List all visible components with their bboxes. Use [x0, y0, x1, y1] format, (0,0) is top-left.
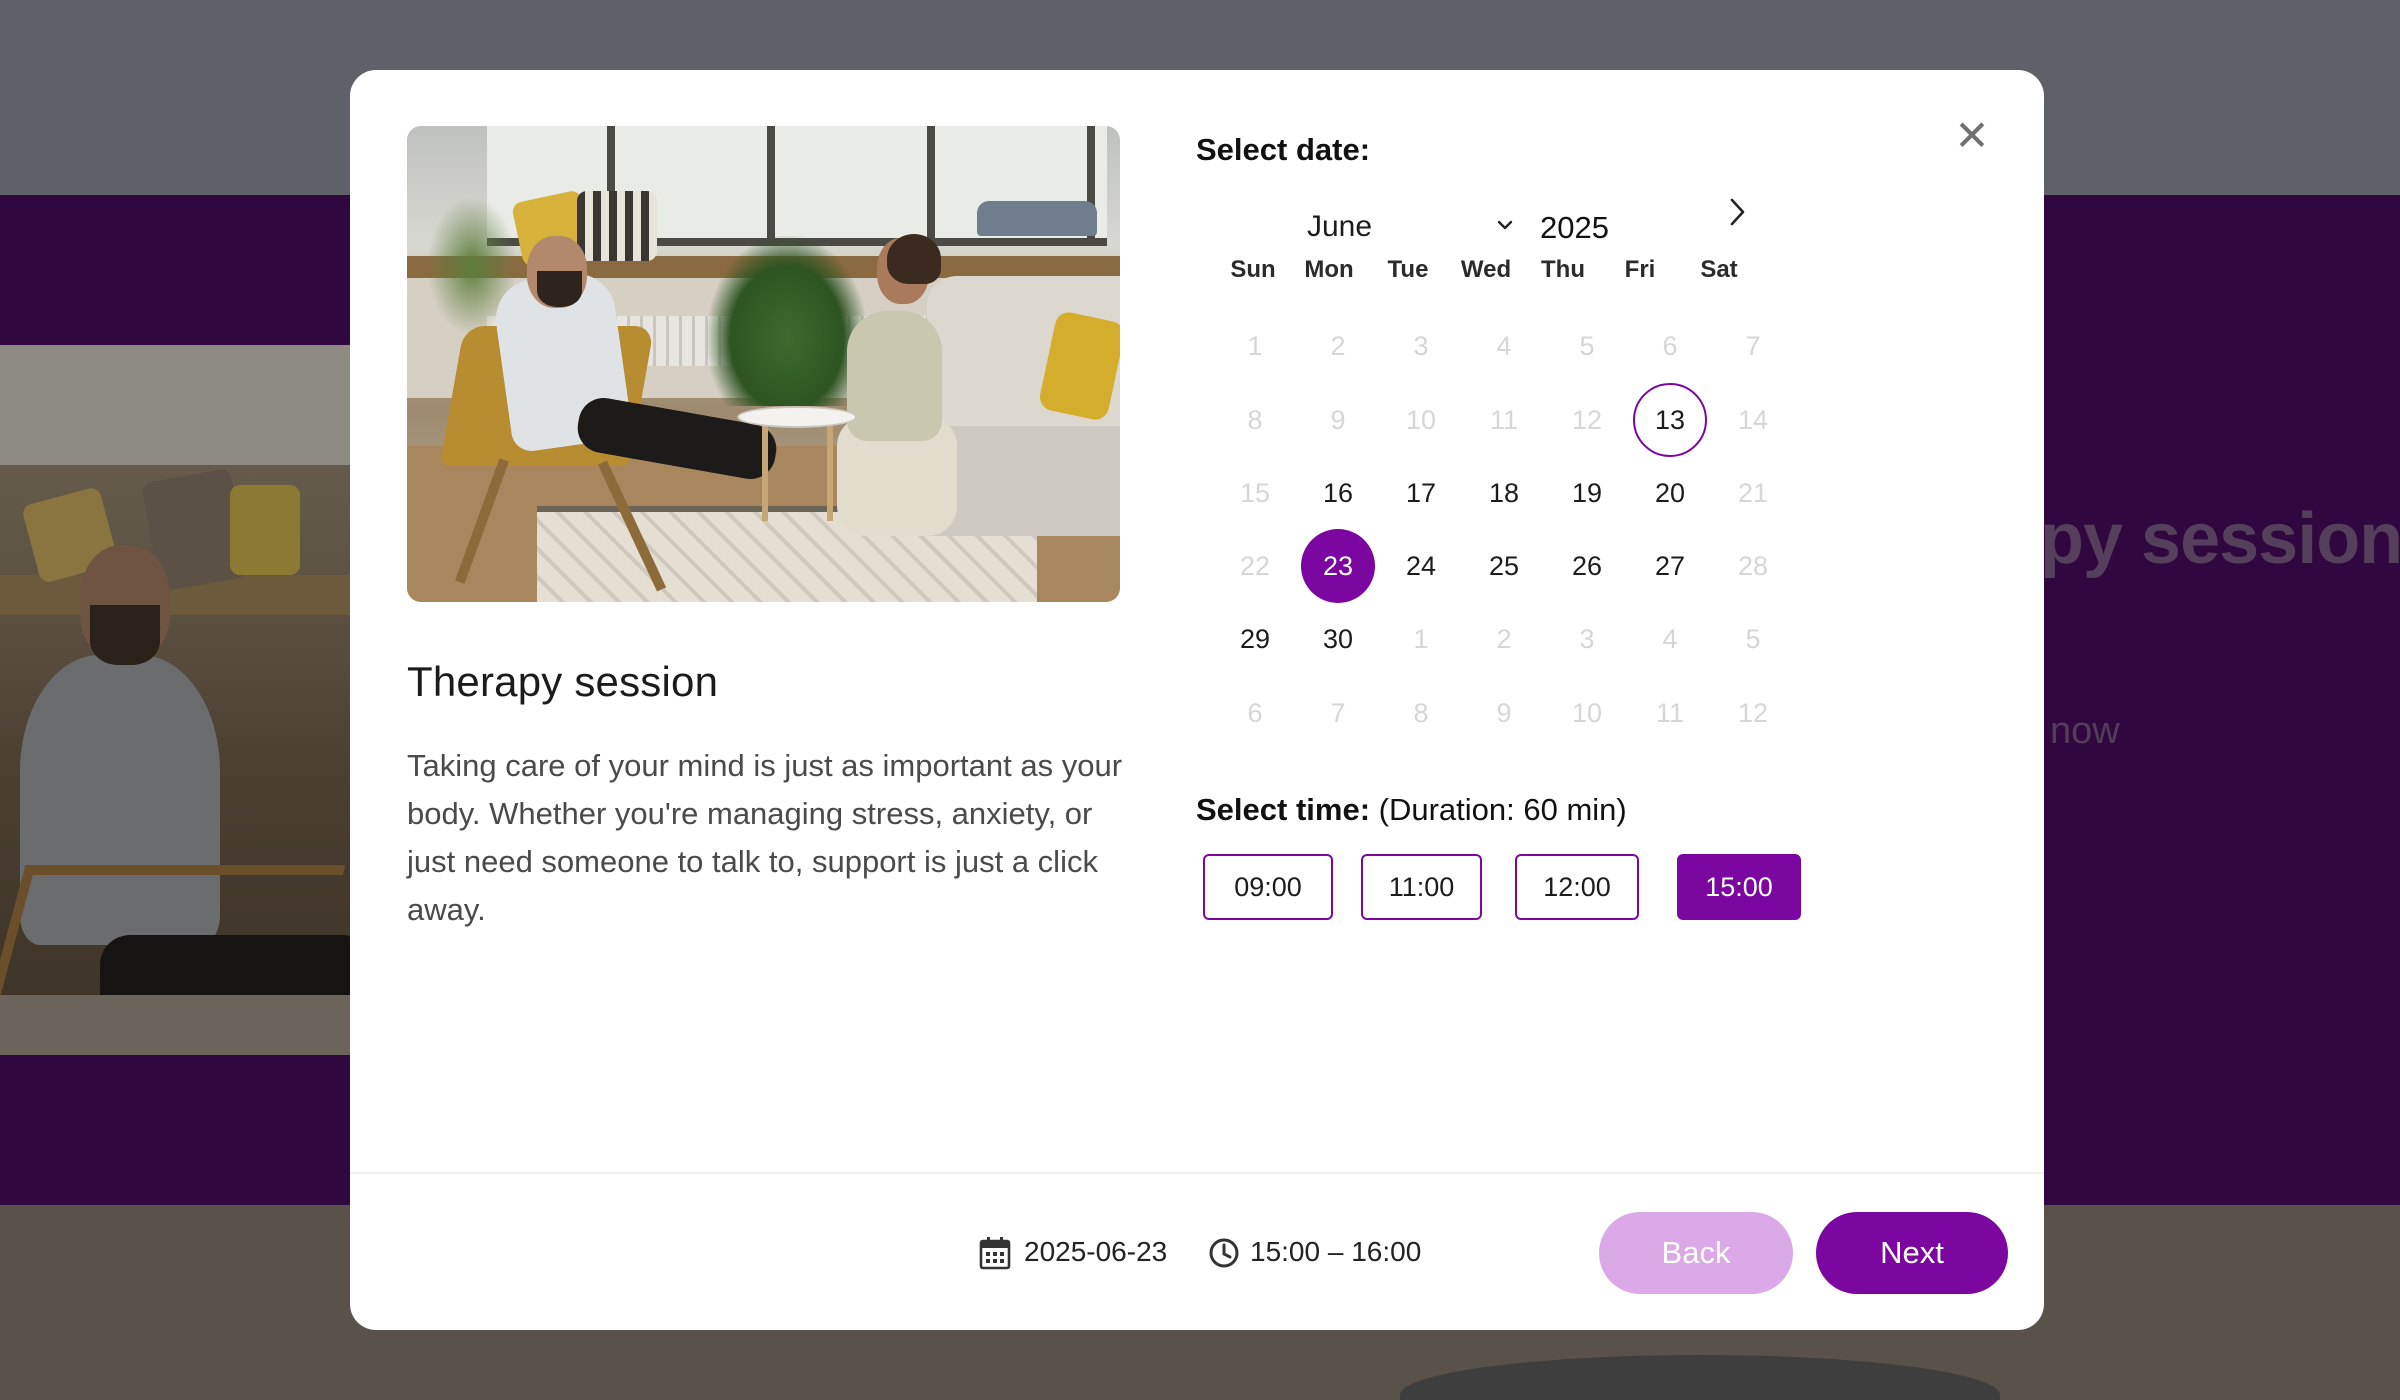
calendar-day[interactable]: 16	[1301, 456, 1375, 530]
weekday-tue: Tue	[1387, 256, 1429, 283]
calendar-day-disabled: 9	[1496, 698, 1512, 728]
footer-divider	[350, 1172, 2044, 1174]
calendar-day-disabled: 3	[1579, 624, 1595, 654]
service-description: Taking care of your mind is just as impo…	[407, 748, 1123, 927]
calendar-day-disabled: 22	[1239, 551, 1271, 581]
select-time-title: Select time:	[1196, 792, 1371, 827]
calendar-day-disabled: 11	[1655, 698, 1685, 728]
calendar-day-disabled: 4	[1496, 331, 1512, 361]
time-slot-button[interactable]: 15:00	[1677, 854, 1801, 920]
calendar-day-disabled: 6	[1247, 698, 1263, 728]
calendar-day-disabled: 3	[1413, 331, 1429, 361]
calendar-day-disabled: 2	[1496, 624, 1512, 654]
calendar-day-disabled: 5	[1579, 331, 1595, 361]
weekday-thu: Thu	[1541, 256, 1585, 283]
summary-time: 15:00 – 16:00	[1250, 1236, 1422, 1267]
calendar-day[interactable]: 25	[1467, 529, 1541, 603]
service-photo	[407, 126, 1120, 602]
calendar-day-disabled: 8	[1413, 698, 1429, 728]
select-date-label: Select date:	[1196, 132, 1371, 167]
year-select[interactable]: 2025	[1540, 210, 1609, 246]
calendar-day-disabled: 15	[1239, 478, 1271, 508]
weekday-mon: Mon	[1304, 256, 1354, 283]
calendar-day-disabled: 2	[1330, 331, 1346, 361]
calendar-day-disabled: 7	[1745, 331, 1761, 361]
calendar-day[interactable]: 24	[1384, 529, 1458, 603]
calendar-icon	[979, 1237, 1011, 1270]
time-slot-button[interactable]: 09:00	[1203, 854, 1333, 920]
back-button[interactable]: Back	[1599, 1212, 1793, 1294]
calendar-day[interactable]: 26	[1550, 529, 1624, 603]
clock-icon	[1209, 1238, 1239, 1268]
calendar-day-disabled: 1	[1247, 331, 1263, 361]
weekday-fri: Fri	[1624, 256, 1656, 283]
chevron-right-icon[interactable]	[1720, 192, 1754, 232]
calendar-day-disabled: 28	[1737, 551, 1769, 581]
calendar-day[interactable]: 13	[1633, 383, 1707, 457]
calendar-day[interactable]: 18	[1467, 456, 1541, 530]
weekday-sat: Sat	[1700, 256, 1738, 283]
calendar-day[interactable]: 30	[1301, 602, 1375, 676]
summary-date: 2025-06-23	[1024, 1236, 1168, 1267]
calendar-day[interactable]: 20	[1633, 456, 1707, 530]
next-button[interactable]: Next	[1816, 1212, 2008, 1294]
calendar-day-disabled: 7	[1330, 698, 1346, 728]
calendar-day[interactable]: 29	[1218, 602, 1292, 676]
weekday-sun: Sun	[1230, 256, 1276, 283]
time-slot-button[interactable]: 11:00	[1361, 854, 1482, 920]
calendar-day-disabled: 6	[1662, 331, 1678, 361]
month-select[interactable]: June	[1307, 210, 1372, 244]
calendar-day-disabled: 4	[1662, 624, 1678, 654]
duration-text: (Duration: 60 min)	[1378, 792, 1627, 827]
calendar-day-disabled: 5	[1745, 624, 1761, 654]
calendar-day-disabled: 11	[1489, 405, 1519, 435]
calendar-day-disabled: 21	[1737, 478, 1769, 508]
weekday-wed: Wed	[1460, 256, 1512, 283]
calendar-day-disabled: 14	[1737, 405, 1769, 435]
close-icon[interactable]: ✕	[1952, 115, 1992, 157]
calendar-day-disabled: 10	[1571, 698, 1603, 728]
calendar-day[interactable]: 23	[1301, 529, 1375, 603]
calendar-day[interactable]: 19	[1550, 456, 1624, 530]
service-title: Therapy session	[407, 658, 719, 705]
chevron-down-icon[interactable]	[1490, 210, 1520, 240]
time-slot-button[interactable]: 12:00	[1515, 854, 1639, 920]
calendar-day-disabled: 1	[1413, 624, 1429, 654]
calendar-day[interactable]: 27	[1633, 529, 1707, 603]
booking-modal: ✕ Therapy session Taking care of your mi…	[350, 70, 2044, 1330]
calendar-day-disabled: 10	[1405, 405, 1437, 435]
background-headline: py session	[2040, 499, 2400, 579]
background-hero-photo	[0, 345, 352, 1055]
calendar-day-disabled: 9	[1330, 405, 1346, 435]
select-time-label: Select time: (Duration: 60 min)	[1196, 792, 1627, 828]
calendar-day[interactable]: 17	[1384, 456, 1458, 530]
calendar-day-disabled: 8	[1247, 405, 1263, 435]
background-cta-text: now	[2050, 710, 2120, 752]
calendar-day-disabled: 12	[1737, 698, 1769, 728]
calendar-day-disabled: 12	[1571, 405, 1603, 435]
